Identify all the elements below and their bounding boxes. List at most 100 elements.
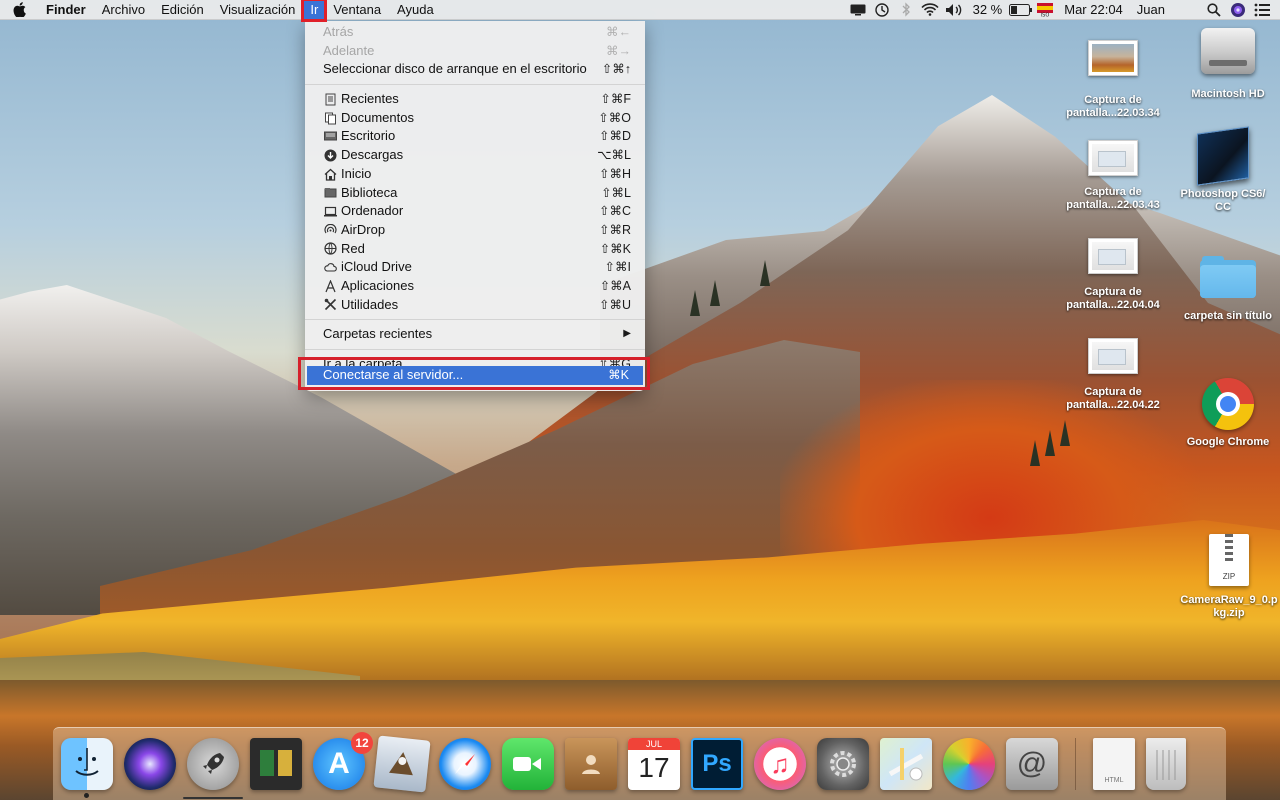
menu-item-utilidades[interactable]: Utilidades ⇧⌘U [305, 296, 645, 315]
desktop-icon-google-chrome[interactable]: Google Chrome [1178, 378, 1278, 449]
menu-edicion[interactable]: Edición [153, 0, 212, 20]
calendar-icon[interactable]: JUL 17 [628, 738, 680, 790]
running-indicator [84, 793, 89, 798]
desktop-icon-macintosh-hd[interactable]: Macintosh HD [1178, 28, 1278, 101]
apple-menu-icon[interactable] [0, 0, 38, 20]
computer-icon [323, 205, 337, 219]
menu-ir[interactable]: Ir [301, 0, 328, 22]
menu-item-shortcut: ⇧⌘G [598, 357, 631, 366]
menu-item-red[interactable]: Red ⇧⌘K [305, 240, 645, 259]
calendar-month: JUL [628, 738, 680, 750]
menu-item-shortcut: ⌘← [606, 25, 631, 39]
menu-item-startup-disk[interactable]: Seleccionar disco de arranque en el escr… [305, 60, 645, 79]
user-name[interactable]: Juan [1130, 2, 1172, 17]
time-machine-icon[interactable] [870, 0, 894, 20]
menu-item-label: Utilidades [341, 296, 399, 312]
menu-item-label: Ir a la carpeta... [323, 356, 414, 366]
desktop-icon-photoshop[interactable]: Photoshop CS6/ CC [1173, 126, 1273, 214]
mail-at-icon[interactable]: @ [1006, 738, 1058, 790]
screenshot-thumbnail [1088, 338, 1138, 374]
desktop-icon-label: Photoshop CS6/ CC [1180, 188, 1266, 213]
recents-icon [323, 92, 337, 106]
photos-icon[interactable] [943, 738, 995, 790]
screenshot-thumbnail [1088, 238, 1138, 274]
desktop-icon-screenshot-4[interactable]: Captura de pantalla...22.04.22 [1063, 338, 1163, 412]
menu-bar: Finder Archivo Edición Visualización Ir … [0, 0, 1280, 22]
menu-item-inicio[interactable]: Inicio ⇧⌘H [305, 165, 645, 184]
menu-item-conectarse-al-servidor[interactable]: Conectarse al servidor... ⌘K [307, 366, 643, 385]
menu-item-icloud-drive[interactable]: iCloud Drive ⇧⌘I [305, 258, 645, 277]
contacts-icon[interactable] [565, 738, 617, 790]
menu-item-recientes[interactable]: Recientes ⇧⌘F [305, 90, 645, 109]
app-store-icon[interactable]: A 12 [313, 732, 373, 790]
finder-icon[interactable] [61, 738, 113, 798]
menu-item-adelante[interactable]: Adelante ⌘→ [305, 42, 645, 61]
menu-visualizacion[interactable]: Visualización [212, 0, 304, 20]
menu-item-biblioteca[interactable]: Biblioteca ⇧⌘L [305, 184, 645, 203]
notification-badge: 12 [351, 732, 373, 754]
display-icon[interactable] [846, 0, 870, 20]
menu-item-ordenador[interactable]: Ordenador ⇧⌘C [305, 202, 645, 221]
system-preferences-icon[interactable] [817, 738, 869, 790]
menu-item-shortcut: ⇧⌘L [601, 185, 631, 200]
document-icon[interactable]: HTML [1093, 738, 1135, 790]
battery-icon[interactable] [1009, 0, 1033, 20]
desktop-icon-screenshot-3[interactable]: Captura de pantalla...22.04.04 [1063, 238, 1163, 312]
mission-control-icon[interactable] [250, 738, 302, 790]
trash-icon[interactable] [1146, 738, 1186, 790]
menu-item-label: Conectarse al servidor... [323, 367, 464, 383]
menu-item-aplicaciones[interactable]: Aplicaciones ⇧⌘A [305, 277, 645, 296]
desktop-icon-label: Google Chrome [1186, 436, 1270, 448]
siri-icon[interactable] [124, 738, 176, 790]
photoshop-icon[interactable]: Ps [691, 738, 743, 790]
home-icon [323, 167, 337, 181]
desktop-icon-cameraraw-zip[interactable]: ZIP CameraRaw_9_0.pkg.zip [1178, 534, 1280, 620]
mail-icon[interactable] [373, 735, 431, 793]
desktop-icon-screenshot-2[interactable]: Captura de pantalla...22.03.43 [1063, 140, 1163, 212]
desktop-icon-label: Captura de pantalla...22.03.43 [1066, 186, 1160, 211]
submenu-arrow-icon: ▶ [623, 328, 631, 340]
network-icon [323, 242, 337, 256]
menu-item-ir-a-la-carpeta[interactable]: Ir a la carpeta... ⇧⌘G [305, 355, 645, 366]
menu-item-shortcut: ⇧⌘R [598, 222, 631, 237]
airdrop-icon [323, 223, 337, 237]
desktop-icon-folder[interactable]: carpeta sin título [1178, 256, 1278, 323]
menu-item-documentos[interactable]: Documentos ⇧⌘O [305, 109, 645, 128]
wifi-icon[interactable] [918, 0, 942, 20]
desktop-icon-label: Captura de pantalla...22.03.34 [1066, 94, 1160, 119]
menu-archivo[interactable]: Archivo [94, 0, 153, 20]
siri-icon[interactable] [1226, 0, 1250, 20]
clock[interactable]: Mar 22:04 [1057, 2, 1130, 17]
applications-icon [323, 279, 337, 293]
menu-item-carpetas-recientes[interactable]: Carpetas recientes ▶ [305, 325, 645, 344]
menu-item-shortcut: ⇧⌘U [598, 297, 631, 312]
menu-item-descargas[interactable]: Descargas ⌥⌘L [305, 146, 645, 165]
menu-ayuda[interactable]: Ayuda [389, 0, 442, 20]
launchpad-icon[interactable] [183, 738, 243, 799]
menu-item-atras[interactable]: Atrás ⌘← [305, 23, 645, 42]
menu-item-label: Escritorio [341, 128, 396, 144]
menu-item-label: Ordenador [341, 203, 404, 219]
zip-badge-text: ZIP [1222, 572, 1236, 581]
maps-icon[interactable] [880, 738, 932, 790]
menu-ventana[interactable]: Ventana [325, 0, 389, 20]
safari-icon[interactable] [439, 738, 491, 790]
app-store-glyph: A [328, 747, 350, 780]
spotlight-icon[interactable] [1202, 0, 1226, 20]
desktop-icon-screenshot-1[interactable]: Captura de pantalla...22.03.34 [1063, 40, 1163, 120]
menu-item-shortcut: ⇧⌘O [598, 110, 631, 125]
battery-percent[interactable]: 32 % [966, 2, 1010, 17]
menu-separator [305, 349, 645, 350]
running-indicator [183, 797, 243, 799]
volume-icon[interactable] [942, 0, 966, 20]
notification-center-icon[interactable] [1250, 0, 1274, 20]
documents-icon [323, 111, 337, 125]
bluetooth-icon[interactable] [894, 0, 918, 20]
menu-item-airdrop[interactable]: AirDrop ⇧⌘R [305, 221, 645, 240]
facetime-icon[interactable] [502, 738, 554, 790]
itunes-icon[interactable]: ♫ [754, 738, 806, 790]
input-flag-icon[interactable]: ISO [1033, 0, 1057, 20]
menu-item-escritorio[interactable]: Escritorio ⇧⌘D [305, 127, 645, 146]
menu-item-shortcut: ⇧⌘I [604, 260, 631, 275]
menu-app-finder[interactable]: Finder [38, 0, 94, 20]
